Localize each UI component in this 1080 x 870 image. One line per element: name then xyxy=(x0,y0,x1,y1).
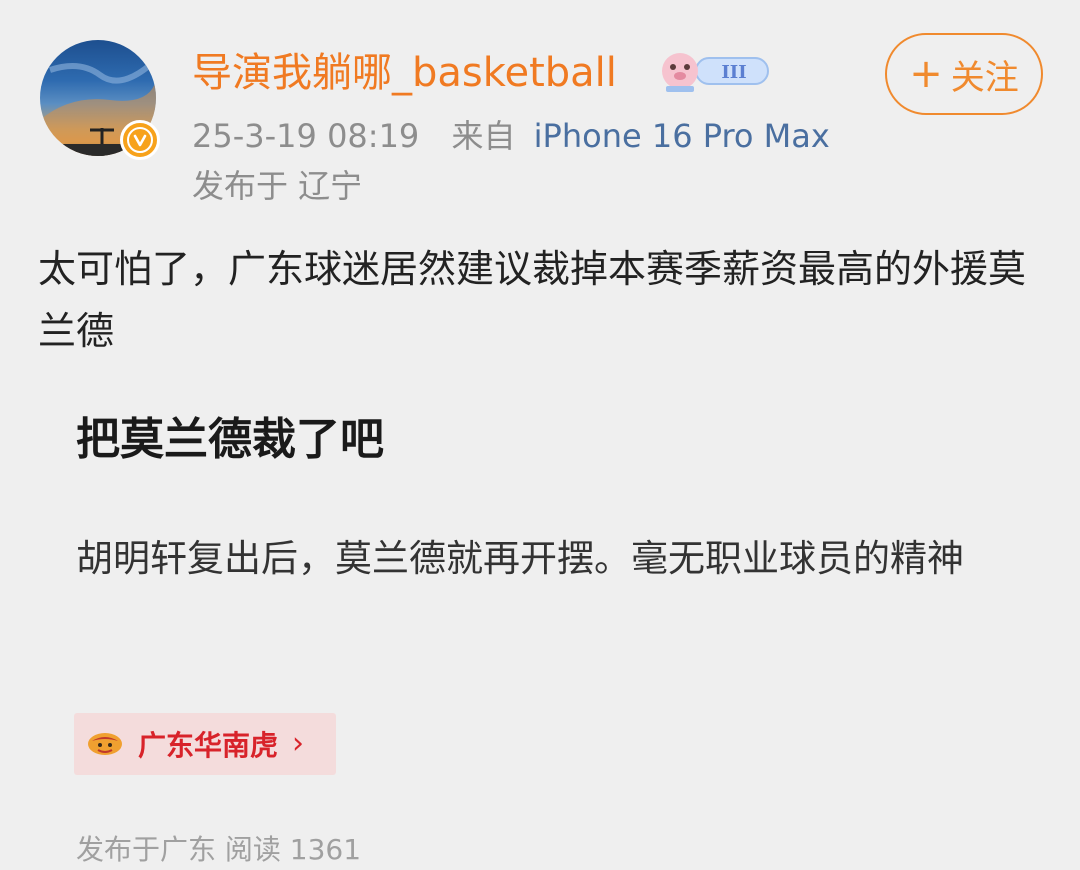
verified-v-icon xyxy=(120,120,160,160)
post-meta: 25-3-19 08:19 来自 iPhone 16 Pro Max xyxy=(192,112,830,160)
topic-label: 广东华南虎 xyxy=(138,729,279,762)
quoted-post-body[interactable]: 胡明轩复出后，莫兰德就再开摆。毫无职业球员的精神 xyxy=(76,526,1036,592)
post-body-text: 太可怕了，广东球迷居然建议裁掉本赛季薪资最高的外援莫兰德 xyxy=(38,247,1027,353)
follow-label: 关注 xyxy=(950,57,1019,98)
quoted-post-footer: 发布于广东 阅读 1361 xyxy=(76,833,362,866)
chevron-right-icon: › xyxy=(292,726,305,761)
team-logo-icon xyxy=(88,733,122,755)
member-level-badge-icon[interactable]: III xyxy=(656,48,772,94)
follow-button[interactable]: + 关注 xyxy=(885,33,1043,115)
source-prefix: 来自 xyxy=(451,117,516,155)
source-device-link[interactable]: iPhone 16 Pro Max xyxy=(534,117,830,155)
member-level-text: III xyxy=(721,62,746,83)
quoted-post-title[interactable]: 把莫兰德裁了吧 xyxy=(76,408,384,472)
author-name[interactable]: 导演我躺哪_basketball xyxy=(192,44,617,102)
post-timestamp: 25-3-19 08:19 xyxy=(192,117,420,155)
post-location: 发布于 辽宁 xyxy=(192,167,363,205)
topic-tag-button[interactable]: 广东华南虎 › xyxy=(74,713,336,775)
plus-icon: + xyxy=(909,51,943,97)
